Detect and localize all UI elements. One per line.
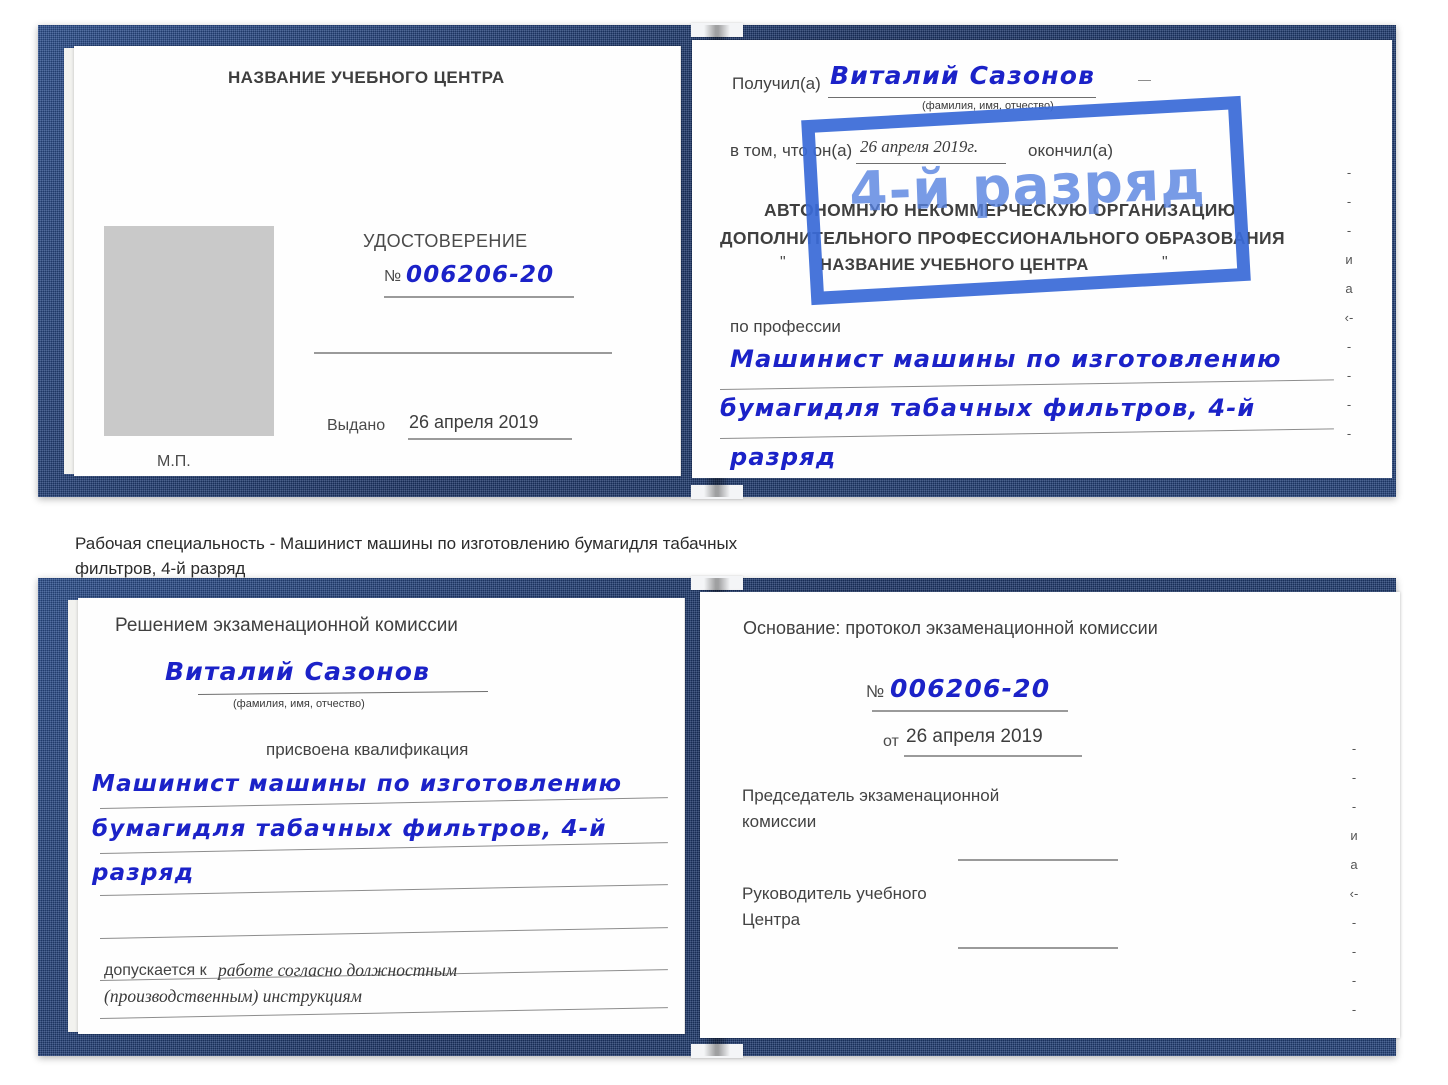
director-signature-rule [958, 947, 1118, 949]
issued-value: 26 апреля 2019 [409, 412, 539, 432]
certificate-bottom-right-page: Основание: протокол экзаменационной коми… [700, 592, 1400, 1038]
edge-letter: - [1346, 223, 1352, 238]
edge-letter: - [1346, 368, 1352, 383]
protocol-number-value: 006206-20 [890, 674, 1051, 703]
edge-letter: ‹- [1344, 310, 1354, 325]
edge-letter: и [1345, 252, 1353, 267]
book-notch-bottom [691, 485, 743, 499]
profession-label: по профессии [730, 317, 841, 336]
organization-quote-open: " [780, 254, 786, 271]
organization-name: НАЗВАНИЕ УЧЕБНОГО ЦЕНТРА [820, 256, 1089, 274]
certificate-bottom-left-page: Решением экзаменационной комиссии Витали… [78, 598, 685, 1034]
qualification-label: присвоена квалификация [266, 740, 469, 759]
edge-letters-top-right: - - - и а ‹- - - - - [1340, 158, 1358, 448]
completion-date-value: 26 апреля 2019г. [860, 137, 979, 156]
edge-letter: - [1351, 1002, 1357, 1017]
chairman-label-line-1: Председатель экзаменационной [742, 786, 1000, 805]
edge-letter: - [1351, 944, 1357, 959]
director-label-line-2: Центра [742, 910, 801, 929]
certificate-number-rule [384, 296, 574, 298]
training-center-heading: НАЗВАНИЕ УЧЕБНОГО ЦЕНТРА [228, 68, 505, 87]
certificate-top-right-page: Получил(а) Виталий Сазонов (фамилия, имя… [692, 40, 1392, 478]
organization-quote-close: " [1162, 254, 1168, 271]
edge-letter: - [1346, 194, 1352, 209]
fio-hint-top: (фамилия, имя, отчество) [922, 100, 1054, 112]
certificate-top-left-page: НАЗВАНИЕ УЧЕБНОГО ЦЕНТРА УДОСТОВЕРЕНИЕ №… [74, 46, 681, 476]
edge-letter: - [1346, 165, 1352, 180]
protocol-number-rule [872, 710, 1068, 712]
fio-hint-bottom: (фамилия, имя, отчество) [233, 698, 365, 710]
edge-letter: - [1346, 339, 1352, 354]
profession-line-1: Машинист машины по изготовлению [730, 345, 1282, 373]
protocol-number-symbol: № [866, 682, 885, 701]
from-rule [904, 755, 1082, 757]
student-name-rule [197, 690, 488, 695]
edge-letter: и [1350, 828, 1358, 843]
organization-line-1: АВТОНОМНУЮ НЕКОММЕРЧЕСКУЮ ОРГАНИЗАЦИЮ [764, 200, 1237, 220]
edge-letter: - [1351, 915, 1357, 930]
profession-rule-2 [719, 428, 1334, 439]
blank-rule-top-left [314, 352, 612, 354]
chairman-signature-rule [958, 859, 1118, 861]
edge-letter: - [1351, 973, 1357, 988]
qualification-rule-2 [99, 842, 668, 854]
received-value: Виталий Сазонов [830, 61, 1096, 90]
issued-rule [408, 438, 572, 440]
received-rule [828, 97, 1096, 98]
book-notch-top [691, 576, 743, 590]
issued-label: Выдано [327, 417, 386, 434]
student-name-value: Виталий Сазонов [165, 657, 431, 686]
caption-line-1: Рабочая специальность - Машинист машины … [75, 534, 738, 553]
basis-label: Основание: протокол экзаменационной коми… [743, 618, 1158, 638]
admitted-value-line-1: работе согласно должностным [218, 960, 458, 980]
dash-mark-1 [1138, 80, 1151, 81]
edge-letter: а [1350, 857, 1358, 872]
seal-place-label: М.П. [157, 453, 191, 470]
finished-label: окончил(а) [1028, 141, 1113, 160]
admitted-value-line-2: (производственным) инструкциям [104, 986, 362, 1006]
admitted-label: допускается к [104, 962, 207, 979]
from-value: 26 апреля 2019 [906, 726, 1043, 747]
edge-letter: ‹- [1349, 886, 1359, 901]
from-label: от [883, 733, 899, 750]
profession-line-3: разряд [730, 443, 837, 471]
edge-letter: - [1346, 426, 1352, 441]
profession-line-2: бумагидля табачных фильтров, 4-й [720, 394, 1256, 422]
photo-placeholder [104, 226, 274, 436]
edge-letter: - [1351, 741, 1357, 756]
edge-letters-bottom-right: - - - и а ‹- - - - - [1345, 734, 1363, 1024]
qualification-line-2: бумагидля табачных фильтров, 4-й [92, 816, 607, 842]
edge-letter: - [1346, 397, 1352, 412]
edge-letter: - [1351, 799, 1357, 814]
book-notch-bottom [691, 1044, 743, 1058]
book-notch-top [691, 23, 743, 37]
organization-line-2: ДОПОЛНИТЕЛЬНОГО ПРОФЕССИОНАЛЬНОГО ОБРАЗО… [720, 228, 1285, 248]
that-he-label: в том, что он(а) [730, 141, 853, 160]
admitted-rule [99, 1007, 668, 1019]
chairman-label-line-2: комиссии [742, 812, 817, 831]
document-type-label: УДОСТОВЕРЕНИЕ [363, 231, 528, 251]
profession-rule-1 [719, 379, 1334, 390]
blank-rule-2 [99, 927, 668, 939]
qualification-line-3: разряд [92, 860, 195, 886]
qualification-rule-1 [99, 797, 668, 809]
director-label-line-1: Руководитель учебного [742, 884, 927, 903]
image-caption: Рабочая специальность - Машинист машины … [75, 532, 1005, 581]
edge-letter: - [1351, 770, 1357, 785]
commission-decision-heading: Решением экзаменационной комиссии [115, 615, 458, 636]
received-label: Получил(а) [732, 74, 821, 93]
certificate-number-value: 006206-20 [406, 262, 555, 288]
qualification-line-1: Машинист машины по изготовлению [92, 771, 623, 797]
certificate-number-symbol: № [384, 268, 402, 285]
completion-date-rule [856, 163, 1006, 164]
edge-letter: а [1345, 281, 1353, 296]
